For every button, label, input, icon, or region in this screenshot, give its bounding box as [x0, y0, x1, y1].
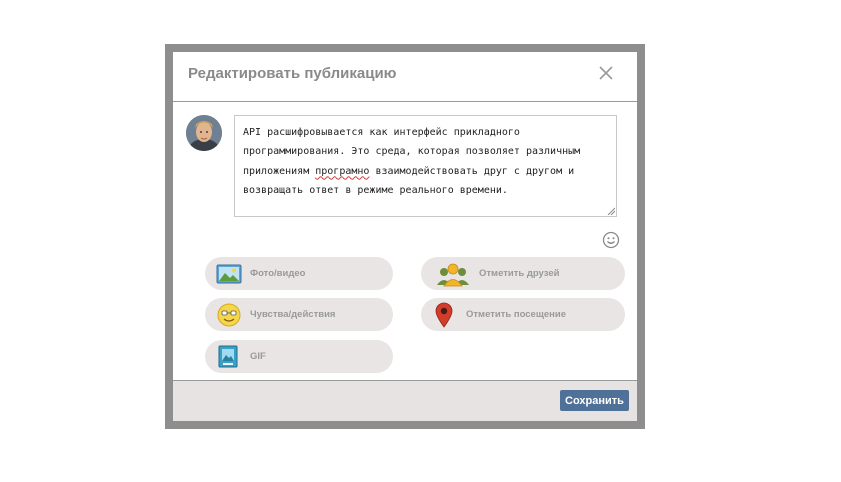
close-icon[interactable]	[597, 64, 615, 82]
gif-button[interactable]: GIF	[205, 340, 393, 373]
edit-post-dialog: Редактировать публикацию API расшифровыв…	[173, 52, 637, 421]
gif-icon	[218, 345, 238, 368]
map-pin-icon	[435, 302, 453, 328]
photo-video-button[interactable]: Фото/видео	[205, 257, 393, 290]
misspelled-word: програмно	[315, 165, 370, 177]
photo-video-label: Фото/видео	[250, 268, 306, 279]
friends-icon	[437, 263, 469, 287]
emoji-icon[interactable]	[602, 231, 620, 249]
dialog-frame: Редактировать публикацию API расшифровыв…	[165, 44, 645, 429]
tag-friends-label: Отметить друзей	[479, 268, 560, 279]
smiley-face-icon	[217, 303, 241, 327]
photo-icon	[216, 264, 242, 284]
post-text-area[interactable]: API расшифровывается как интерфейс прикл…	[234, 115, 617, 217]
tag-friends-button[interactable]: Отметить друзей	[421, 257, 625, 290]
dialog-title: Редактировать публикацию	[188, 65, 397, 82]
feelings-activities-label: Чувства/действия	[250, 309, 336, 320]
dialog-header: Редактировать публикацию	[173, 52, 637, 102]
avatar	[186, 115, 222, 151]
check-in-label: Отметить посещение	[466, 309, 566, 320]
dialog-footer: Сохранить	[173, 380, 637, 421]
check-in-button[interactable]: Отметить посещение	[421, 298, 625, 331]
feelings-activities-button[interactable]: Чувства/действия	[205, 298, 393, 331]
resize-grip-icon[interactable]	[607, 207, 615, 215]
save-button[interactable]: Сохранить	[560, 390, 629, 411]
gif-label: GIF	[250, 351, 266, 362]
